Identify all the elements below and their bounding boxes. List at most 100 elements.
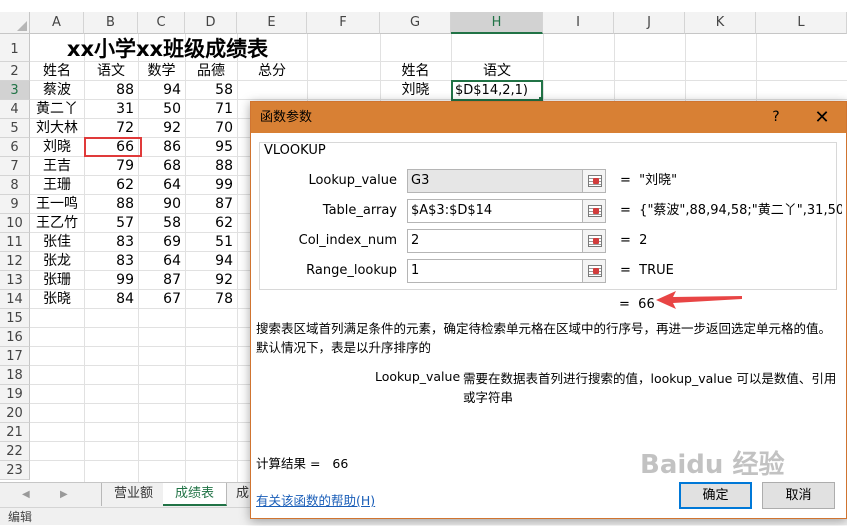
tab-prev-icon[interactable]: ◀ bbox=[22, 489, 30, 500]
header-moral-cell[interactable]: 品德 bbox=[185, 62, 237, 81]
dialog-titlebar[interactable]: 函数参数 ? ✕ bbox=[251, 102, 846, 133]
lookup-name-header-cell[interactable]: 姓名 bbox=[380, 62, 451, 81]
row-header[interactable]: 15 bbox=[0, 309, 30, 328]
name-cell[interactable]: 王珊 bbox=[30, 176, 84, 195]
tab-next-icon[interactable]: ▶ bbox=[60, 489, 68, 500]
math-cell[interactable]: 58 bbox=[138, 214, 185, 233]
name-cell[interactable]: 王吉 bbox=[30, 157, 84, 176]
chinese-cell[interactable]: 88 bbox=[84, 81, 138, 100]
header-math-cell[interactable]: 数学 bbox=[138, 62, 185, 81]
column-header-l[interactable]: L bbox=[756, 12, 847, 34]
range-select-icon[interactable] bbox=[582, 229, 606, 253]
column-header-c[interactable]: C bbox=[138, 12, 185, 34]
name-cell[interactable]: 刘晓 bbox=[30, 138, 84, 157]
chinese-cell[interactable]: 72 bbox=[84, 119, 138, 138]
name-cell[interactable]: 刘大林 bbox=[30, 119, 84, 138]
chinese-cell[interactable]: 83 bbox=[84, 233, 138, 252]
row-header[interactable]: 19 bbox=[0, 385, 30, 404]
name-cell[interactable]: 黄二丫 bbox=[30, 100, 84, 119]
chinese-cell[interactable]: 57 bbox=[84, 214, 138, 233]
function-help-link[interactable]: 有关该函数的帮助(H) bbox=[256, 490, 375, 509]
header-name-cell[interactable]: 姓名 bbox=[30, 62, 84, 81]
row-header[interactable]: 14 bbox=[0, 290, 30, 309]
header-total-cell[interactable]: 总分 bbox=[237, 62, 307, 81]
row-header[interactable]: 23 bbox=[0, 461, 30, 480]
row-header[interactable]: 5 bbox=[0, 119, 30, 138]
math-cell[interactable]: 50 bbox=[138, 100, 185, 119]
name-cell[interactable]: 王一鸣 bbox=[30, 195, 84, 214]
range-select-icon[interactable] bbox=[582, 259, 606, 283]
moral-cell[interactable]: 78 bbox=[185, 290, 237, 309]
cancel-button[interactable]: 取消 bbox=[762, 482, 835, 509]
math-cell[interactable]: 94 bbox=[138, 81, 185, 100]
row-header[interactable]: 11 bbox=[0, 233, 30, 252]
row-header[interactable]: 21 bbox=[0, 423, 30, 442]
moral-cell[interactable]: 58 bbox=[185, 81, 237, 100]
lookup-name-cell[interactable]: 刘晓 bbox=[380, 81, 451, 100]
column-header-e[interactable]: E bbox=[237, 12, 307, 34]
col-index-num-input[interactable]: 2 bbox=[407, 229, 605, 253]
row-header[interactable]: 4 bbox=[0, 100, 30, 119]
moral-cell[interactable]: 87 bbox=[185, 195, 237, 214]
lookup-value-input[interactable]: G3 bbox=[407, 169, 605, 193]
name-cell[interactable]: 张晓 bbox=[30, 290, 84, 309]
row-header[interactable]: 12 bbox=[0, 252, 30, 271]
name-cell[interactable]: 王乙竹 bbox=[30, 214, 84, 233]
column-header-a[interactable]: A bbox=[30, 12, 84, 34]
row-header[interactable]: 20 bbox=[0, 404, 30, 423]
name-cell[interactable]: 张佳 bbox=[30, 233, 84, 252]
row-header[interactable]: 1 bbox=[0, 34, 30, 62]
column-header-k[interactable]: K bbox=[685, 12, 756, 34]
row-header[interactable]: 13 bbox=[0, 271, 30, 290]
math-cell[interactable]: 87 bbox=[138, 271, 185, 290]
math-cell[interactable]: 68 bbox=[138, 157, 185, 176]
math-cell[interactable]: 64 bbox=[138, 252, 185, 271]
moral-cell[interactable]: 95 bbox=[185, 138, 237, 157]
math-cell[interactable]: 64 bbox=[138, 176, 185, 195]
column-header-i[interactable]: I bbox=[543, 12, 614, 34]
row-header[interactable]: 18 bbox=[0, 366, 30, 385]
table-array-input[interactable]: $A$3:$D$14 bbox=[407, 199, 605, 223]
chinese-cell[interactable]: 62 bbox=[84, 176, 138, 195]
row-header[interactable]: 16 bbox=[0, 328, 30, 347]
active-cell-h3[interactable]: $D$14,2,1) bbox=[451, 80, 543, 101]
sheet-tab[interactable]: 营业额 bbox=[101, 483, 167, 506]
math-cell[interactable]: 69 bbox=[138, 233, 185, 252]
header-chinese-cell[interactable]: 语文 bbox=[84, 62, 138, 81]
column-header-d[interactable]: D bbox=[185, 12, 237, 34]
math-cell[interactable]: 90 bbox=[138, 195, 185, 214]
row-header[interactable]: 10 bbox=[0, 214, 30, 233]
range-select-icon[interactable] bbox=[582, 199, 606, 223]
math-cell[interactable]: 86 bbox=[138, 138, 185, 157]
chinese-cell[interactable]: 79 bbox=[84, 157, 138, 176]
name-cell[interactable]: 张珊 bbox=[30, 271, 84, 290]
column-header-h[interactable]: H bbox=[451, 12, 543, 34]
row-header[interactable]: 9 bbox=[0, 195, 30, 214]
moral-cell[interactable]: 51 bbox=[185, 233, 237, 252]
math-cell[interactable]: 67 bbox=[138, 290, 185, 309]
column-header-b[interactable]: B bbox=[84, 12, 138, 34]
row-header[interactable]: 3 bbox=[0, 81, 30, 100]
moral-cell[interactable]: 62 bbox=[185, 214, 237, 233]
column-header-j[interactable]: J bbox=[614, 12, 685, 34]
column-header-f[interactable]: F bbox=[307, 12, 380, 34]
sheet-title[interactable]: xx小学xx班级成绩表 bbox=[30, 36, 305, 62]
row-header[interactable]: 17 bbox=[0, 347, 30, 366]
row-header[interactable]: 7 bbox=[0, 157, 30, 176]
select-all-corner[interactable] bbox=[0, 12, 30, 34]
lookup-chinese-header-cell[interactable]: 语文 bbox=[451, 62, 543, 81]
range-lookup-input[interactable]: 1 bbox=[407, 259, 605, 283]
moral-cell[interactable]: 71 bbox=[185, 100, 237, 119]
moral-cell[interactable]: 99 bbox=[185, 176, 237, 195]
moral-cell[interactable]: 92 bbox=[185, 271, 237, 290]
chinese-cell[interactable]: 83 bbox=[84, 252, 138, 271]
math-cell[interactable]: 92 bbox=[138, 119, 185, 138]
moral-cell[interactable]: 88 bbox=[185, 157, 237, 176]
name-cell[interactable]: 张龙 bbox=[30, 252, 84, 271]
close-icon[interactable]: ✕ bbox=[812, 102, 832, 133]
row-header[interactable]: 8 bbox=[0, 176, 30, 195]
row-header[interactable]: 2 bbox=[0, 62, 30, 81]
chinese-cell[interactable]: 88 bbox=[84, 195, 138, 214]
range-select-icon[interactable] bbox=[582, 169, 606, 193]
row-header[interactable]: 22 bbox=[0, 442, 30, 461]
